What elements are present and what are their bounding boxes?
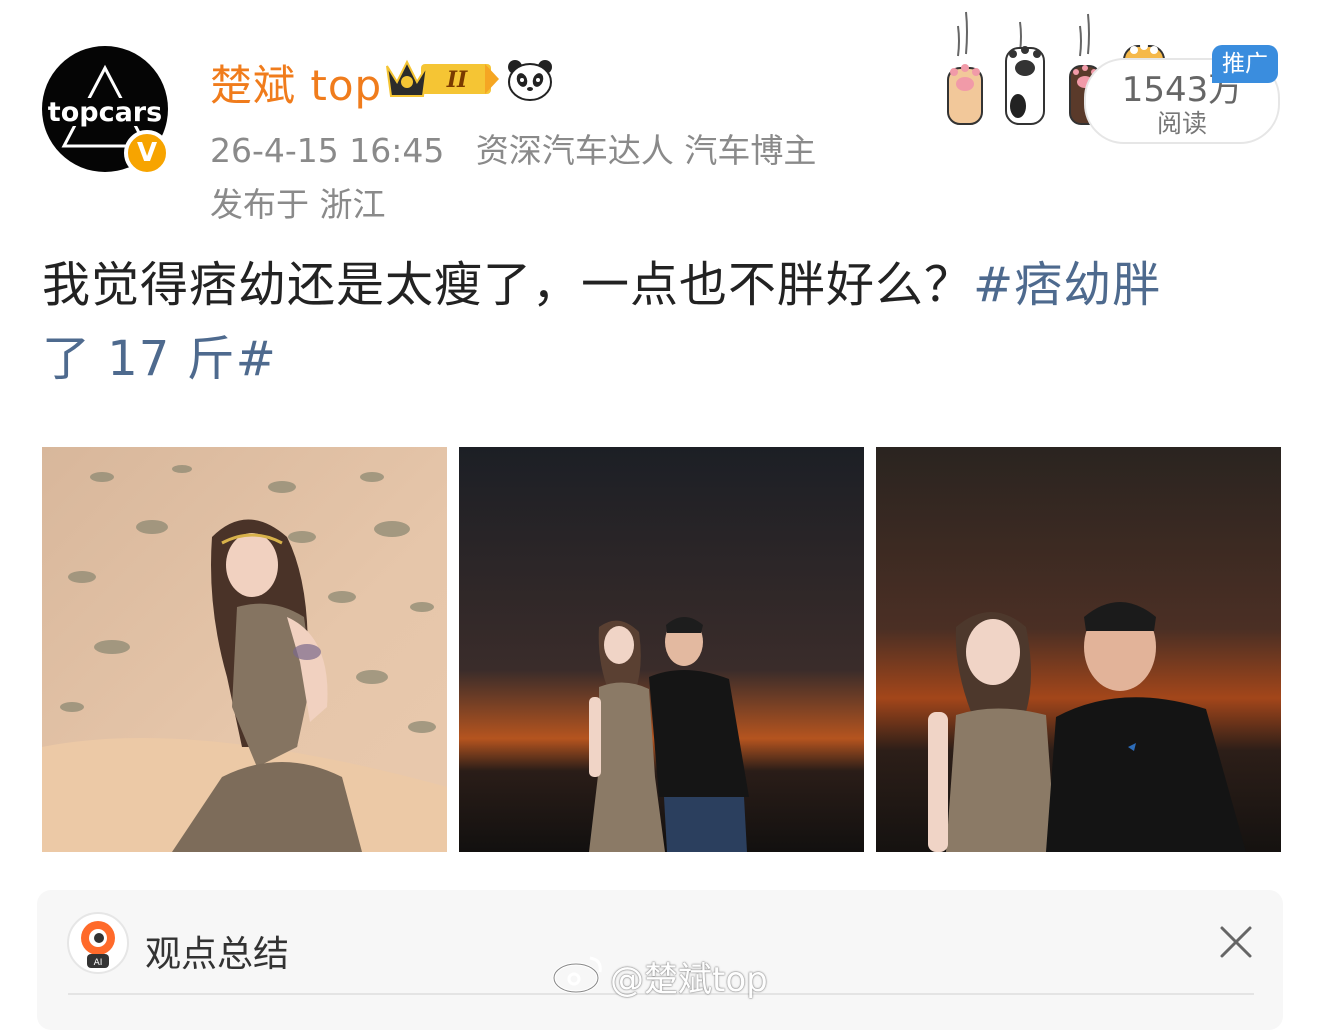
author-tags: 资深汽车达人 汽车博主 (475, 131, 817, 170)
svg-text:AI: AI (94, 958, 103, 968)
author-name[interactable]: 楚斌 top (210, 52, 382, 113)
post-image-2[interactable] (459, 447, 864, 852)
post-location: 发布于 浙江 (210, 185, 386, 224)
ai-assistant-mascot-icon: AI (65, 910, 131, 980)
weibo-logo-icon (552, 954, 604, 998)
promo-tag[interactable]: 推广 (1212, 45, 1278, 83)
sunset-photo-icon (876, 447, 1281, 852)
post-image-3[interactable] (876, 447, 1281, 852)
post-text: 我觉得痞幼还是太瘦了，一点也不胖好么？#痞幼胖了 17 斤# (42, 248, 1278, 396)
post-body: 我觉得痞幼还是太瘦了，一点也不胖好么？ (42, 257, 974, 313)
avatar-text: topcars (48, 97, 162, 128)
desert-photo-icon (42, 447, 447, 852)
crown-level-icon: II (385, 56, 501, 106)
summary-card-title: 观点总结 (145, 934, 290, 975)
panda-icon (506, 58, 554, 106)
watermark-text: @楚斌top (610, 960, 768, 1000)
post-image-1[interactable] (42, 447, 447, 852)
sunset-photo-icon (459, 447, 864, 852)
post-meta-line: 26-4-15 16:45 资深汽车达人 汽车博主 (210, 124, 816, 172)
read-label: 阅读 (1156, 109, 1207, 138)
timestamp: 26-4-15 16:45 (210, 131, 445, 170)
level-badge-text: II (446, 67, 468, 93)
verified-badge-icon: V (124, 130, 170, 176)
close-icon[interactable] (1214, 920, 1258, 968)
